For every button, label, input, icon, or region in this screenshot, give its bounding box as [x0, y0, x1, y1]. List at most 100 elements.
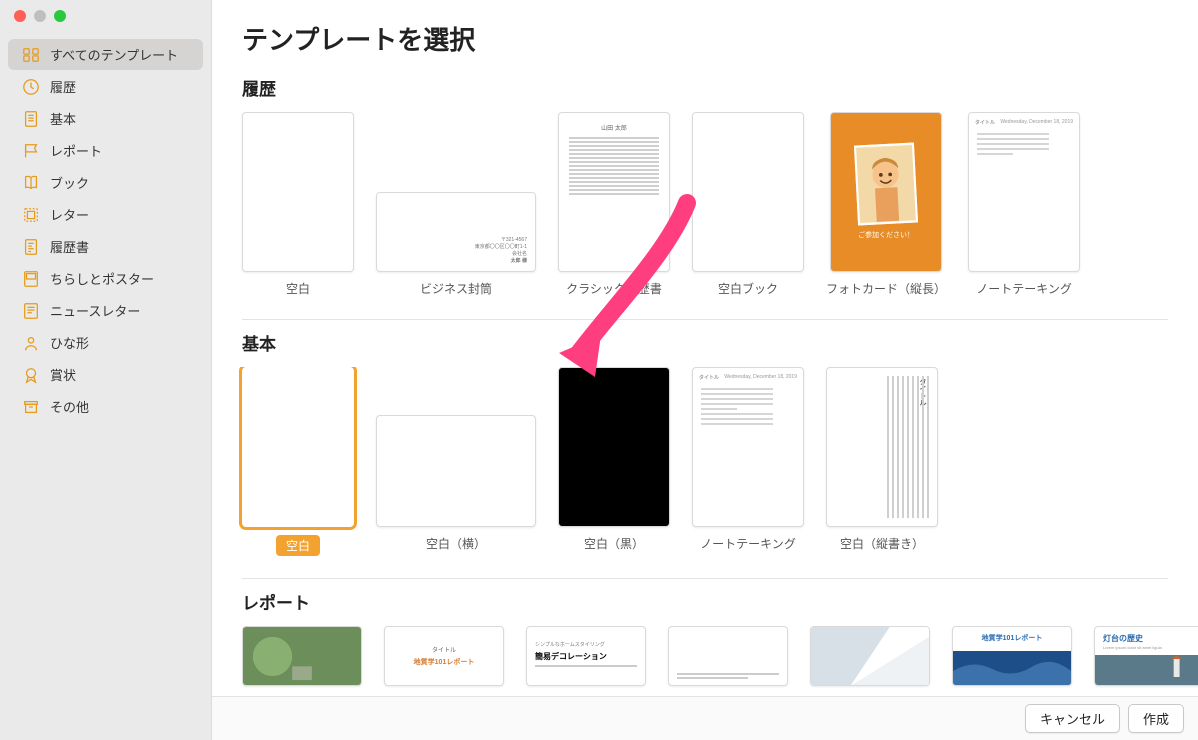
- sidebar-item-resume[interactable]: 履歴書: [8, 231, 203, 262]
- sidebar-item-certificate[interactable]: 賞状: [8, 359, 203, 390]
- template-thumb-report-photo: [242, 626, 362, 686]
- template-tile[interactable]: [810, 626, 930, 686]
- create-button[interactable]: 作成: [1128, 704, 1184, 733]
- poster-icon: [22, 270, 40, 288]
- award-icon: [22, 366, 40, 384]
- template-label: 空白（黒）: [584, 535, 644, 552]
- book-icon: [22, 174, 40, 192]
- sidebar-item-label: 履歴書: [50, 237, 89, 256]
- template-label: フォトカード（縦長）: [826, 280, 946, 297]
- sidebar-item-basic[interactable]: 基本: [8, 103, 203, 134]
- minimize-window-button[interactable]: [34, 10, 46, 22]
- main-content: テンプレートを選択 履歴 空白 〒321-4567東京都〇〇区〇〇町1-1会社名…: [212, 0, 1198, 740]
- sidebar-item-recent[interactable]: 履歴: [8, 71, 203, 102]
- template-thumb-blank: [242, 367, 354, 527]
- cancel-button[interactable]: キャンセル: [1025, 704, 1120, 733]
- badge-icon: [22, 142, 40, 160]
- template-row-basic: 空白 空白（横） 空白（黒） タイトルWednesday, December 1…: [212, 367, 1198, 570]
- template-thumb-blank-black: [558, 367, 670, 527]
- template-tile[interactable]: 空白: [242, 367, 354, 556]
- photo-card-caption: ご参加ください！: [858, 230, 914, 240]
- template-label: ビジネス封筒: [420, 280, 492, 297]
- template-thumb-blank: [242, 112, 354, 272]
- template-label: 空白: [286, 280, 310, 297]
- template-tile[interactable]: タイトル 空白（縦書き）: [826, 367, 938, 556]
- template-thumb-report-lighthouse: 灯台の歴史 Lorem ipsum dolor sit amet ligula: [1094, 626, 1198, 686]
- sidebar-item-label: ニュースレター: [50, 301, 140, 320]
- template-tile[interactable]: 空白（横）: [376, 367, 536, 556]
- sidebar-item-poster[interactable]: ちらしとポスター: [8, 263, 203, 294]
- sidebar-item-newsletter[interactable]: ニュースレター: [8, 295, 203, 326]
- newsletter-icon: [22, 302, 40, 320]
- sidebar-item-label: 基本: [50, 109, 76, 128]
- template-thumb-blank-landscape: [376, 415, 536, 527]
- template-thumb-note-taking: タイトルWednesday, December 18, 2019: [692, 367, 804, 527]
- template-row-recent: 空白 〒321-4567東京都〇〇区〇〇町1-1会社名太郎 様 ビジネス封筒 山…: [212, 112, 1198, 311]
- template-tile[interactable]: 〒321-4567東京都〇〇区〇〇町1-1会社名太郎 様 ビジネス封筒: [376, 112, 536, 297]
- section-title-recent: 履歴: [242, 75, 1198, 100]
- template-label: 空白（横）: [426, 535, 486, 552]
- sidebar-item-book[interactable]: ブック: [8, 167, 203, 198]
- window-controls: [14, 10, 66, 22]
- template-tile[interactable]: [242, 626, 362, 686]
- page-icon: [22, 110, 40, 128]
- template-tile[interactable]: タイトル 地質学101レポート: [384, 626, 504, 686]
- sidebar-item-label: 履歴: [50, 77, 76, 96]
- section-divider: [242, 578, 1168, 579]
- template-label: ノートテーキング: [700, 535, 796, 552]
- resume-icon: [22, 238, 40, 256]
- template-thumb-report-geom: [810, 626, 930, 686]
- sidebar-item-label: レター: [50, 205, 89, 224]
- template-tile[interactable]: [668, 626, 788, 686]
- sidebar-item-all-templates[interactable]: すべてのテンプレート: [8, 39, 203, 70]
- template-tile[interactable]: シンプルなホームスタイリング 簡易デコレーション: [526, 626, 646, 686]
- template-label: クラシック履歴書: [566, 280, 662, 297]
- template-thumb-report: [668, 626, 788, 686]
- scroll-area[interactable]: テンプレートを選択 履歴 空白 〒321-4567東京都〇〇区〇〇町1-1会社名…: [212, 0, 1198, 696]
- template-label-selected: 空白: [276, 535, 320, 556]
- template-thumb-blank-book: [692, 112, 804, 272]
- section-title-basic: 基本: [242, 330, 1198, 355]
- sidebar-item-label: すべてのテンプレート: [50, 45, 178, 64]
- template-thumb-report-deco: シンプルなホームスタイリング 簡易デコレーション: [526, 626, 646, 686]
- template-thumb-classic-resume: 山田 太郎: [558, 112, 670, 272]
- template-label: 空白ブック: [718, 280, 778, 297]
- template-tile[interactable]: タイトルWednesday, December 18, 2019 ノートテーキン…: [968, 112, 1080, 297]
- sidebar-item-other[interactable]: その他: [8, 391, 203, 422]
- sidebar-item-letter[interactable]: レター: [8, 199, 203, 230]
- template-thumb-blank-vertical: タイトル: [826, 367, 938, 527]
- template-thumb-report-geology: タイトル 地質学101レポート: [384, 626, 504, 686]
- child-photo-placeholder: [856, 145, 916, 224]
- grid-icon: [22, 46, 40, 64]
- sidebar-item-label: レポート: [50, 141, 102, 160]
- stamp-icon: [22, 206, 40, 224]
- sidebar-item-label: 賞状: [50, 365, 76, 384]
- sidebar-item-report[interactable]: レポート: [8, 135, 203, 166]
- person-icon: [22, 334, 40, 352]
- template-tile[interactable]: 空白: [242, 112, 354, 297]
- page-title: テンプレートを選択: [242, 20, 1198, 57]
- footer: キャンセル 作成: [212, 696, 1198, 740]
- template-tile[interactable]: 地質学101レポート: [952, 626, 1072, 686]
- close-window-button[interactable]: [14, 10, 26, 22]
- template-tile[interactable]: 空白（黒）: [558, 367, 670, 556]
- template-tile[interactable]: ご参加ください！ フォトカード（縦長）: [826, 112, 946, 297]
- template-tile[interactable]: 空白ブック: [692, 112, 804, 297]
- archive-icon: [22, 398, 40, 416]
- template-tile[interactable]: 山田 太郎 クラシック履歴書: [558, 112, 670, 297]
- clock-icon: [22, 78, 40, 96]
- zoom-window-button[interactable]: [54, 10, 66, 22]
- sidebar: すべてのテンプレート 履歴 基本 レポート ブック: [0, 0, 212, 740]
- template-label: 空白（縦書き）: [840, 535, 924, 552]
- template-tile[interactable]: タイトルWednesday, December 18, 2019 ノートテーキン…: [692, 367, 804, 556]
- sidebar-item-stationery[interactable]: ひな形: [8, 327, 203, 358]
- template-chooser-window: すべてのテンプレート 履歴 基本 レポート ブック: [0, 0, 1198, 740]
- template-thumb-photo-card: ご参加ください！: [830, 112, 942, 272]
- template-thumb-note-taking: タイトルWednesday, December 18, 2019: [968, 112, 1080, 272]
- template-thumb-business-envelope: 〒321-4567東京都〇〇区〇〇町1-1会社名太郎 様: [376, 192, 536, 272]
- sidebar-item-label: その他: [50, 397, 89, 416]
- template-tile[interactable]: 灯台の歴史 Lorem ipsum dolor sit amet ligula: [1094, 626, 1198, 686]
- sidebar-item-label: ひな形: [50, 333, 89, 352]
- template-row-report: タイトル 地質学101レポート シンプルなホームスタイリング 簡易デコレーション: [212, 626, 1198, 696]
- template-thumb-report-geology2: 地質学101レポート: [952, 626, 1072, 686]
